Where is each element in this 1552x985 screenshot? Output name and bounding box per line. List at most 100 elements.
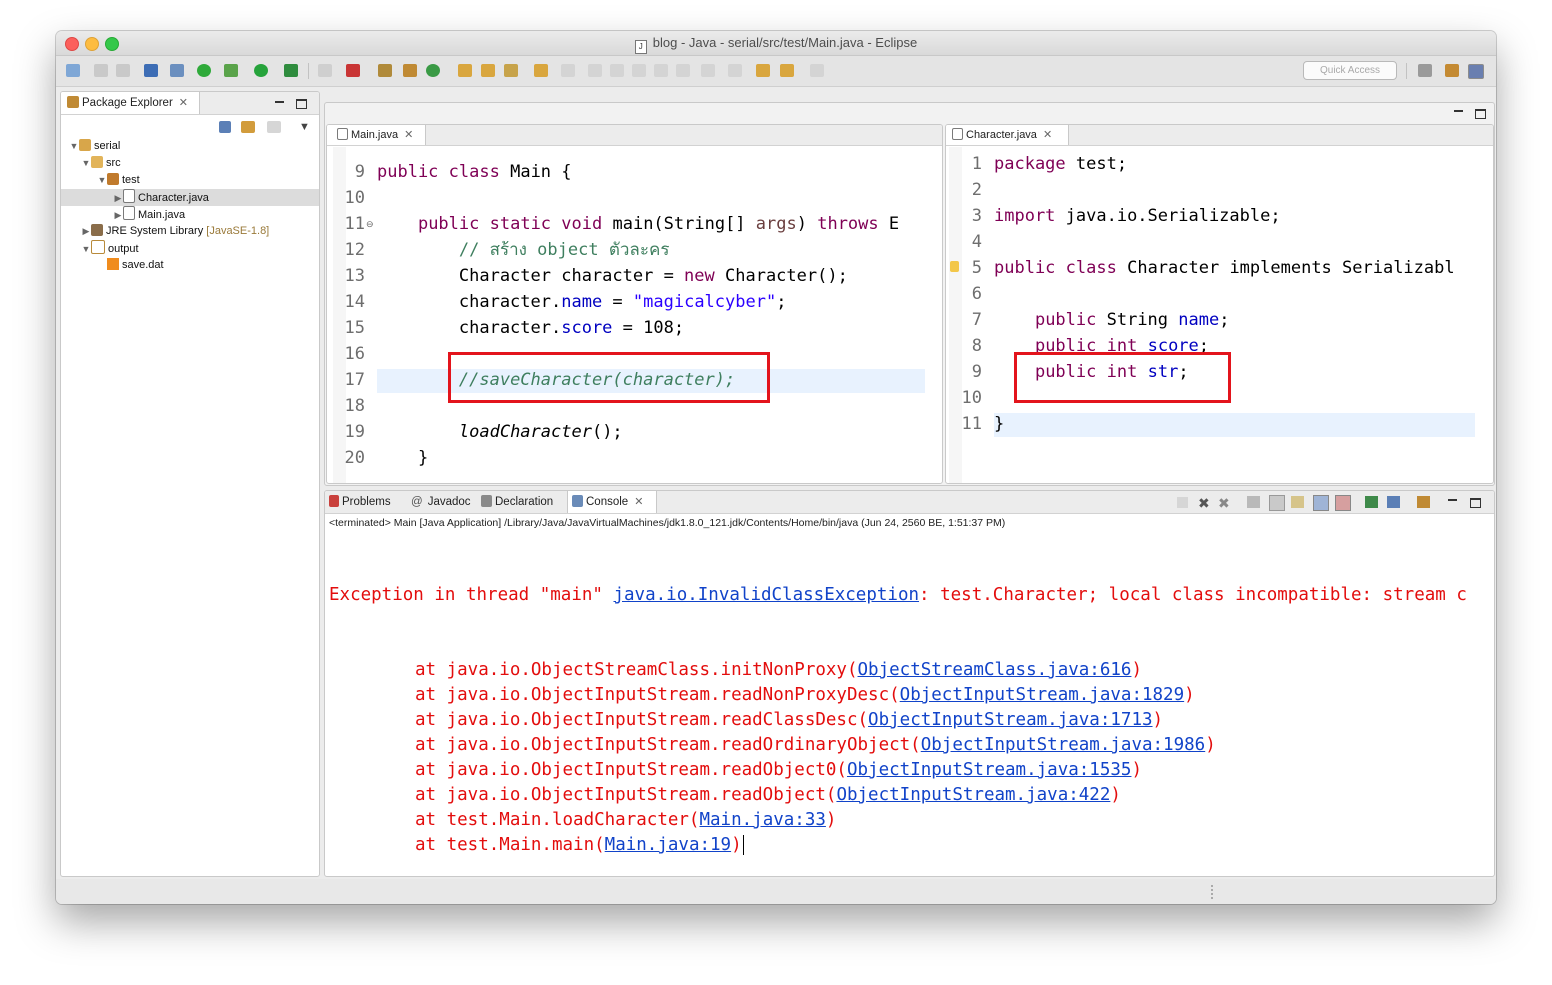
collapse-all-icon[interactable] xyxy=(219,121,231,133)
tab-declaration[interactable]: Declaration xyxy=(481,491,553,513)
deploy-icon[interactable] xyxy=(346,64,360,77)
main-java-editor: Main.java ✕ 9 10 11 12 13 14 15 16 17 18 … xyxy=(326,124,943,484)
new-class-icon[interactable] xyxy=(426,64,440,77)
maximize-icon[interactable] xyxy=(1470,498,1481,508)
stack-source-link[interactable]: ObjectInputStream.java:1829 xyxy=(900,685,1184,705)
exception-link[interactable]: java.io.InvalidClassException xyxy=(613,585,919,605)
search-icon[interactable] xyxy=(504,64,518,77)
annotation-icon[interactable] xyxy=(561,64,575,77)
declaration-icon xyxy=(481,495,492,507)
show-whitespace-icon[interactable] xyxy=(654,64,668,77)
java-ee-perspective-icon[interactable] xyxy=(1445,64,1459,77)
console-icon xyxy=(572,495,583,507)
stack-source-link[interactable]: ObjectStreamClass.java:616 xyxy=(858,660,1132,680)
close-icon[interactable]: ✕ xyxy=(179,97,188,109)
open-console-icon[interactable] xyxy=(1417,496,1430,508)
pin-icon[interactable] xyxy=(588,64,602,77)
open-type-icon[interactable] xyxy=(458,64,472,77)
stack-method: at java.io.ObjectInputStream.readObject( xyxy=(415,785,837,805)
minimize-icon[interactable] xyxy=(275,98,284,103)
stack-close-paren: ) xyxy=(731,835,742,855)
maximize-icon[interactable] xyxy=(1475,109,1486,119)
tree-item-output[interactable]: ▼ output xyxy=(61,240,319,257)
remove-all-icon[interactable]: ✖ xyxy=(1218,495,1230,512)
new-java-project-icon[interactable] xyxy=(378,64,392,77)
skip-breakpoints-icon[interactable] xyxy=(170,64,184,77)
remove-launch-icon[interactable]: ✖ xyxy=(1198,495,1210,512)
last-edit-icon[interactable] xyxy=(756,64,770,77)
window-title: Jblog - Java - serial/src/test/Main.java… xyxy=(56,35,1496,54)
tree-item-jre-library[interactable]: ▶ JRE System Library [JavaSE-1.8] xyxy=(61,223,319,240)
minimize-icon[interactable] xyxy=(1448,496,1457,501)
stop-icon[interactable] xyxy=(318,64,332,77)
editor-area: Main.java ✕ 9 10 11 12 13 14 15 16 17 18 … xyxy=(324,102,1495,486)
tab-main-java[interactable]: Main.java ✕ xyxy=(327,125,426,145)
tree-item-serial[interactable]: ▼ serial xyxy=(61,138,319,155)
scroll-lock-icon[interactable] xyxy=(1269,495,1285,511)
forward-icon[interactable] xyxy=(810,64,824,77)
stack-source-link[interactable]: ObjectInputStream.java:1713 xyxy=(868,710,1152,730)
view-menu-icon[interactable]: ▼ xyxy=(299,121,310,133)
back-icon[interactable] xyxy=(780,64,794,77)
pin-console-icon[interactable] xyxy=(1365,496,1378,508)
show-stderr-icon[interactable] xyxy=(1335,495,1351,511)
minimize-icon[interactable] xyxy=(1454,107,1463,112)
save-all-icon[interactable] xyxy=(116,64,130,77)
run-icon[interactable] xyxy=(254,64,268,77)
stack-source-link[interactable]: ObjectInputStream.java:1535 xyxy=(847,760,1131,780)
save-icon[interactable] xyxy=(94,64,108,77)
open-perspective-icon[interactable] xyxy=(1418,64,1432,77)
tab-character-java[interactable]: Character.java ✕ xyxy=(946,125,1069,145)
chevron-right-icon[interactable]: ▶ xyxy=(81,223,91,240)
quick-access-input[interactable]: Quick Access xyxy=(1303,61,1397,80)
main-code-text[interactable]: public class Main { public static void m… xyxy=(377,159,899,471)
stack-source-link[interactable]: Main.java:19 xyxy=(605,835,731,855)
chevron-down-icon[interactable]: ▼ xyxy=(97,172,107,189)
maximize-icon[interactable] xyxy=(296,99,307,109)
tree-item-save-dat[interactable]: save.dat xyxy=(61,257,319,274)
tree-item-main-java[interactable]: ▶ Main.java xyxy=(61,206,319,223)
close-icon[interactable]: ✕ xyxy=(634,496,643,508)
chevron-right-icon[interactable]: ▶ xyxy=(113,207,123,224)
chevron-down-icon[interactable]: ▼ xyxy=(81,241,91,258)
tab-package-explorer[interactable]: Package Explorer ✕ xyxy=(61,92,200,114)
external-tools-icon[interactable] xyxy=(284,64,298,77)
fold-icon[interactable]: ⊖ xyxy=(366,219,374,230)
new-package-icon[interactable] xyxy=(403,64,417,77)
display-console-icon[interactable] xyxy=(1387,496,1400,508)
stack-source-link[interactable]: Main.java:33 xyxy=(699,810,825,830)
clear-console-icon[interactable] xyxy=(1247,496,1260,508)
chevron-right-icon[interactable]: ▶ xyxy=(113,190,123,207)
tree-item-character-java[interactable]: ▶ Character.java xyxy=(61,189,319,206)
mark-occurrences-icon[interactable] xyxy=(610,64,624,77)
chevron-down-icon[interactable]: ▼ xyxy=(81,155,91,172)
terminal-icon[interactable] xyxy=(144,64,158,77)
package-icon xyxy=(107,173,119,185)
tab-problems[interactable]: Problems xyxy=(329,491,391,513)
tab-javadoc[interactable]: @ Javadoc xyxy=(411,491,471,513)
open-folder-icon[interactable] xyxy=(534,64,548,77)
open-task-icon[interactable] xyxy=(481,64,495,77)
link-with-editor-icon[interactable] xyxy=(241,121,255,133)
word-wrap-icon[interactable] xyxy=(1291,496,1304,508)
show-stdout-icon[interactable] xyxy=(1313,495,1329,511)
stack-frame: at test.Main.main(Main.java:19)​ xyxy=(329,833,1467,858)
close-icon[interactable]: ✕ xyxy=(404,129,413,141)
next-annotation-icon[interactable] xyxy=(701,64,715,77)
console-header: <terminated> Main [Java Application] /Li… xyxy=(329,517,1006,529)
stack-source-link[interactable]: ObjectInputStream.java:422 xyxy=(836,785,1110,805)
debug-icon[interactable] xyxy=(224,64,238,77)
prev-annotation-icon[interactable] xyxy=(728,64,742,77)
stack-source-link[interactable]: ObjectInputStream.java:1986 xyxy=(921,735,1205,755)
close-icon[interactable]: ✕ xyxy=(1043,129,1052,141)
block-selection-icon[interactable] xyxy=(632,64,646,77)
chevron-down-icon[interactable]: ▼ xyxy=(69,138,79,155)
new-icon[interactable] xyxy=(66,64,80,77)
tab-console[interactable]: Console ✕ xyxy=(567,491,657,513)
java-perspective-icon[interactable] xyxy=(1468,64,1484,79)
word-wrap-icon[interactable] xyxy=(676,64,690,77)
console-output[interactable]: Exception in thread "main" java.io.Inval… xyxy=(329,533,1467,876)
run-server-icon[interactable] xyxy=(197,64,211,77)
tree-item-test[interactable]: ▼ test xyxy=(61,172,319,189)
tree-item-src[interactable]: ▼ src xyxy=(61,155,319,172)
